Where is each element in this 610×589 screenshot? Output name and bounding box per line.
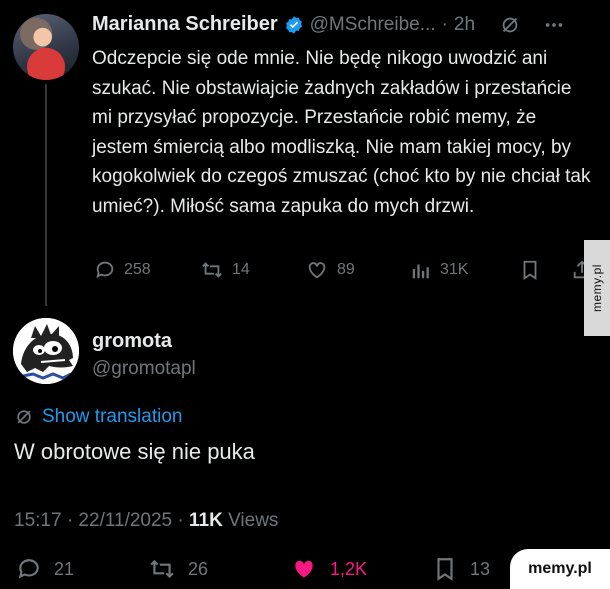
reply-count: 258 [124, 261, 151, 278]
reply-button[interactable]: 258 [94, 259, 151, 281]
reply-views-label: Views [222, 510, 279, 531]
show-translation-label: Show translation [42, 406, 183, 427]
reply-reply-button[interactable]: 21 [16, 556, 74, 582]
show-translation-link[interactable]: Show translation [14, 406, 182, 428]
like-button[interactable]: 89 [305, 259, 355, 281]
header-separator: · [441, 13, 448, 35]
reply-bookmark-button[interactable]: 13 [432, 556, 490, 582]
bookmark-icon [432, 556, 458, 582]
tweet-header: Marianna Schreiber @MSchreibe... · 2h [92, 13, 597, 36]
repost-icon [148, 556, 176, 582]
avatar-marianna[interactable] [13, 14, 79, 80]
verified-badge-icon [284, 15, 304, 35]
more-options-icon[interactable] [543, 14, 565, 36]
reply-like-button[interactable]: 1,2K [290, 556, 367, 582]
reply-meta: 15:17 · 22/11/2025 · 11K Views [14, 510, 278, 532]
translate-icon[interactable] [499, 14, 521, 36]
reply-reply-count: 21 [54, 558, 75, 579]
thread-line [45, 84, 47, 306]
reply-author-name[interactable]: gromota [92, 330, 172, 353]
reply-icon [94, 259, 116, 281]
reply-views-count: 11K [189, 510, 223, 531]
bookmark-icon [519, 259, 541, 281]
reply-timestamp[interactable]: 15:17 · 22/11/2025 · [14, 510, 189, 531]
reply-body: W obrotowe się nie puka [14, 439, 255, 464]
memy-badge-watermark: memy.pl [510, 549, 610, 589]
reply-like-count: 1,2K [330, 558, 368, 579]
heart-filled-icon [290, 556, 318, 582]
reply-bookmark-count: 13 [470, 558, 491, 579]
author-handle[interactable]: @MSchreibe... [310, 14, 436, 36]
reply-repost-count: 26 [188, 558, 209, 579]
translate-icon [14, 407, 34, 427]
repost-icon [200, 259, 224, 281]
bookmark-button[interactable] [519, 259, 541, 281]
reply-icon [16, 556, 42, 582]
reply-author-handle[interactable]: @gromotapl [92, 358, 196, 380]
repost-button[interactable]: 14 [200, 259, 250, 281]
like-count: 89 [337, 261, 355, 278]
reply-repost-button[interactable]: 26 [148, 556, 208, 582]
heart-icon [305, 259, 329, 281]
tweet-time[interactable]: 2h [454, 14, 475, 36]
repost-count: 14 [232, 261, 250, 278]
views-count: 31K [440, 261, 469, 278]
avatar-gromota[interactable] [13, 318, 79, 384]
views-button[interactable]: 31K [410, 259, 468, 281]
author-name[interactable]: Marianna Schreiber [92, 13, 278, 36]
memy-side-watermark: memy.pl [584, 240, 610, 336]
analytics-icon [410, 259, 432, 281]
tweet-body: Odczepcie się ode mnie. Nie będę nikogo … [92, 48, 591, 217]
